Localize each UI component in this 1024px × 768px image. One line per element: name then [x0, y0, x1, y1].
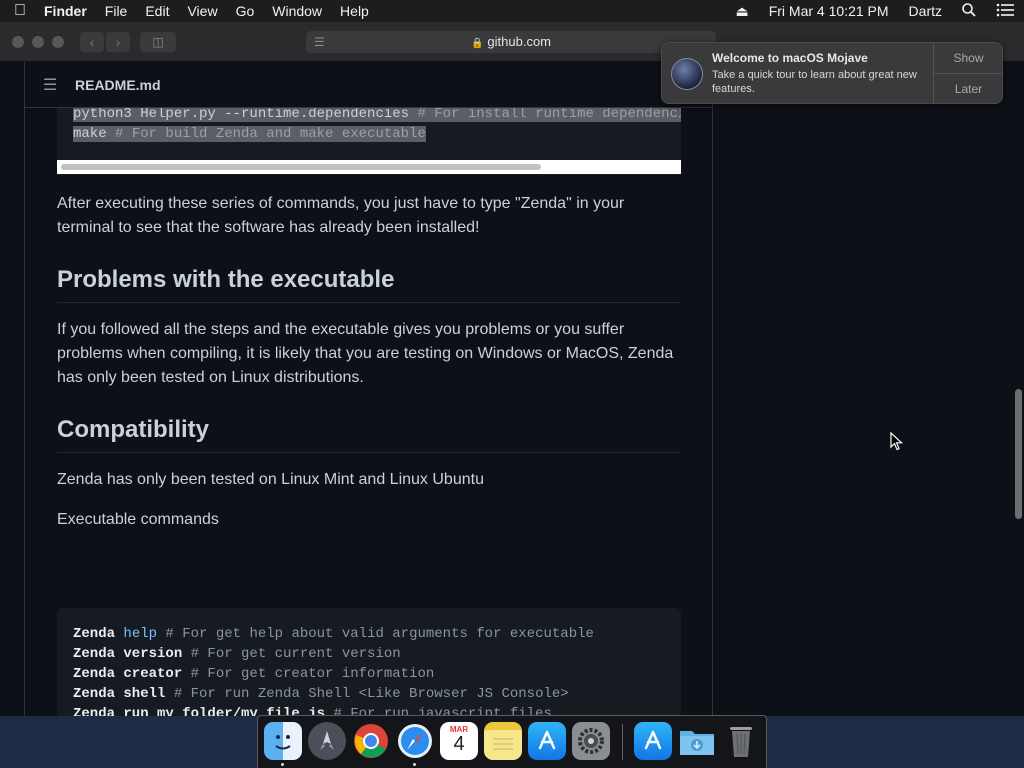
sidebar-icon: ◫	[152, 35, 164, 49]
code-horizontal-scrollbar[interactable]	[57, 160, 681, 174]
finder-icon[interactable]	[264, 722, 302, 760]
code-line: Zenda version # For get current version	[57, 644, 681, 664]
code-comment: # For get help about valid arguments for…	[157, 626, 594, 642]
reader-view-icon[interactable]: ☰	[314, 31, 325, 53]
dock-separator	[622, 724, 623, 760]
notification-banner[interactable]: Welcome to macOS Mojave Take a quick tou…	[661, 42, 1003, 104]
menu-window[interactable]: Window	[263, 3, 331, 19]
close-window-button[interactable]	[12, 36, 24, 48]
menu-view[interactable]: View	[178, 3, 226, 19]
address-bar-url: github.com	[487, 34, 552, 49]
code-comment-runtime: # For install runtime dependencies	[409, 108, 681, 122]
browser-window: ‹ › ◫ ☰ 🔒 github.com ☰ README.md python3 …	[0, 22, 1024, 716]
menu-file[interactable]: File	[96, 3, 137, 19]
code-comment-make: # For build Zenda and make executable	[106, 126, 426, 142]
calendar-day: 4	[453, 733, 465, 755]
app-store-download-icon[interactable]	[634, 722, 672, 760]
chevron-left-icon: ‹	[89, 34, 95, 50]
address-bar[interactable]: ☰ 🔒 github.com	[306, 31, 716, 53]
app-store-icon[interactable]	[528, 722, 566, 760]
sidebar-toggle-button[interactable]: ◫	[140, 32, 176, 52]
menu-edit[interactable]: Edit	[136, 3, 178, 19]
mouse-cursor-icon	[890, 432, 904, 451]
downloads-folder-icon[interactable]	[678, 722, 716, 760]
eject-icon[interactable]: ⏏	[725, 3, 758, 20]
dock: MAR 4	[257, 715, 767, 768]
menu-help[interactable]: Help	[331, 3, 378, 19]
code-line-runtime: python3 Helper.py --runtime.dependencies	[73, 108, 410, 122]
code-line: Zenda creator # For get creator informat…	[57, 664, 681, 684]
spotlight-search-icon[interactable]	[952, 2, 986, 20]
zoom-window-button[interactable]	[52, 36, 64, 48]
heading-problems: Problems with the executable	[57, 266, 681, 303]
paragraph-executable: Executable commands	[57, 511, 219, 528]
file-header: ☰ README.md	[25, 62, 712, 108]
calendar-icon[interactable]: MAR 4	[440, 722, 478, 760]
minimize-window-button[interactable]	[32, 36, 44, 48]
web-page: ☰ README.md python3 Helper.py --runtime.…	[0, 62, 1024, 716]
notification-show-button[interactable]: Show	[934, 43, 1003, 73]
dock-running-indicator	[413, 763, 416, 766]
notification-body: Take a quick tour to learn about great n…	[712, 69, 917, 95]
code-command: Zenda version	[73, 646, 183, 662]
paragraph-compatibility: Zenda has only been tested on Linux Mint…	[57, 471, 484, 488]
dock-running-indicator	[281, 763, 284, 766]
safari-icon[interactable]	[396, 722, 434, 760]
install-code-block: python3 Helper.py --runtime.dependencies…	[57, 108, 681, 175]
notification-title: Welcome to macOS Mojave	[712, 51, 868, 65]
menu-go[interactable]: Go	[227, 3, 264, 19]
paragraph-installed: After executing these series of commands…	[57, 195, 625, 236]
code-comment: # For run Zenda Shell <Like Browser JS C…	[165, 686, 569, 702]
code-comment: # For get current version	[182, 646, 401, 662]
chrome-icon[interactable]	[352, 722, 390, 760]
launchpad-icon[interactable]	[308, 722, 346, 760]
menu-bar:  Finder File Edit View Go Window Help ⏏…	[0, 0, 1024, 22]
outline-list-icon[interactable]: ☰	[25, 75, 75, 95]
heading-compatibility: Compatibility	[57, 416, 681, 453]
apple-menu-icon[interactable]: 	[0, 2, 40, 20]
macos-mojave-icon	[671, 58, 703, 90]
notes-icon[interactable]	[484, 722, 522, 760]
code-line: Zenda shell # For run Zenda Shell <Like …	[57, 684, 681, 704]
page-vertical-scrollbar[interactable]	[1015, 389, 1022, 519]
code-comment: # For get creator information	[182, 666, 435, 682]
file-name: README.md	[75, 76, 161, 93]
code-command: Zenda shell	[73, 686, 166, 702]
code-line-make: make	[73, 126, 107, 142]
trash-icon[interactable]	[722, 722, 760, 760]
notification-later-button[interactable]: Later	[934, 74, 1003, 104]
menubar-user[interactable]: Dartz	[899, 3, 952, 19]
system-preferences-icon[interactable]	[572, 722, 610, 760]
app-menu[interactable]: Finder	[40, 3, 96, 19]
scrollbar-thumb[interactable]	[61, 164, 541, 170]
lock-icon: 🔒	[470, 38, 484, 49]
commands-code-block: Zenda help # For get help about valid ar…	[57, 608, 681, 716]
paragraph-problems: If you followed all the steps and the ex…	[57, 321, 674, 386]
forward-button[interactable]: ›	[106, 32, 130, 52]
notification-center-icon[interactable]	[986, 3, 1024, 20]
readme-container: ☰ README.md python3 Helper.py --runtime.…	[24, 62, 713, 716]
code-command: Zenda creator	[73, 666, 183, 682]
chevron-right-icon: ›	[115, 34, 121, 50]
code-line: Zenda help # For get help about valid ar…	[57, 624, 681, 644]
code-command: Zenda	[73, 626, 116, 642]
menubar-clock[interactable]: Fri Mar 4 10:21 PM	[759, 3, 899, 19]
back-button[interactable]: ‹	[80, 32, 104, 52]
code-argument: help	[115, 626, 158, 642]
